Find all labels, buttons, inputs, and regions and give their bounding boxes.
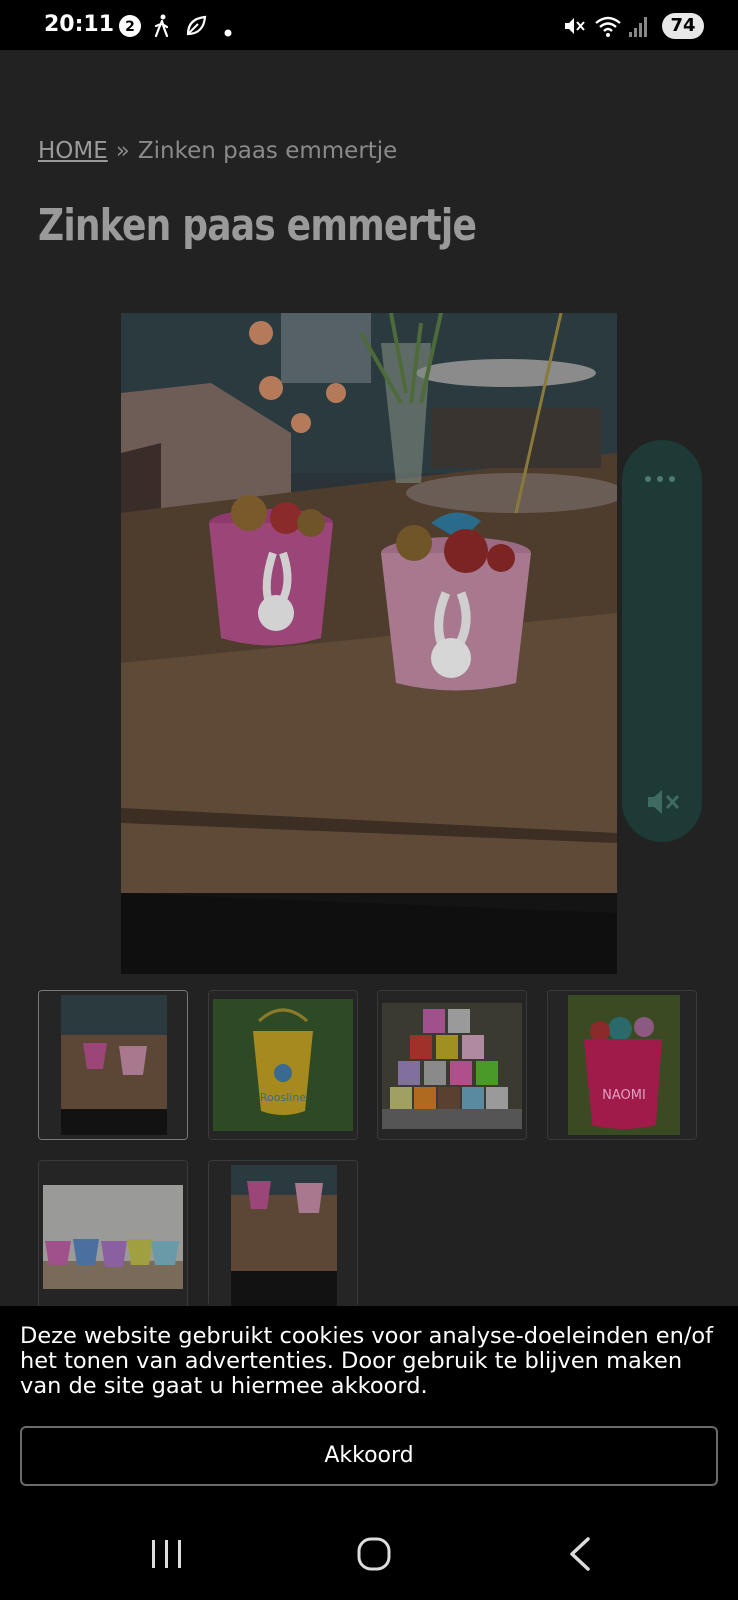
volume-mute-icon[interactable] (642, 782, 682, 826)
leaf-icon (184, 14, 208, 42)
breadcrumb-home-link[interactable]: HOME (38, 138, 108, 164)
thumbnail-1[interactable] (38, 990, 188, 1140)
dot-icon (224, 22, 232, 41)
svg-text:Roosline: Roosline (260, 1091, 306, 1104)
thumbnail-5[interactable] (38, 1160, 188, 1310)
thumbnail-6[interactable] (208, 1160, 358, 1306)
breadcrumb: HOME » Zinken paas emmertje (38, 138, 397, 164)
main-product-image[interactable] (121, 313, 617, 974)
thumbnail-4[interactable]: NAOMI (547, 990, 697, 1140)
cookie-banner: Deze website gebruikt cookies voor analy… (0, 1306, 738, 1508)
breadcrumb-current: Zinken paas emmertje (137, 138, 398, 164)
svg-text:NAOMI: NAOMI (602, 1088, 646, 1103)
system-nav-bar (0, 1508, 738, 1600)
breadcrumb-separator: » (115, 138, 130, 164)
floating-media-panel[interactable] (622, 440, 702, 842)
back-icon[interactable] (566, 1536, 594, 1576)
home-icon[interactable] (356, 1536, 392, 1576)
status-bar: 20:11 2 74 (0, 0, 738, 50)
recent-apps-icon[interactable] (150, 1538, 184, 1574)
wifi-icon (594, 14, 622, 42)
accept-cookies-button[interactable]: Akkoord (20, 1426, 718, 1486)
page-title: Zinken paas emmertje (38, 200, 477, 251)
walking-icon (152, 14, 172, 42)
notification-badge-icon: 2 (118, 14, 142, 42)
svg-text:2: 2 (125, 19, 135, 35)
status-time: 20:11 (44, 12, 115, 37)
cookie-message: Deze website gebruikt cookies voor analy… (20, 1323, 714, 1399)
thumbnail-2[interactable]: Roosline (208, 990, 358, 1140)
thumbnail-3[interactable] (377, 990, 527, 1140)
mute-icon (562, 14, 586, 42)
more-icon[interactable] (644, 464, 680, 489)
signal-icon (628, 14, 650, 42)
battery-indicator: 74 (662, 13, 704, 39)
